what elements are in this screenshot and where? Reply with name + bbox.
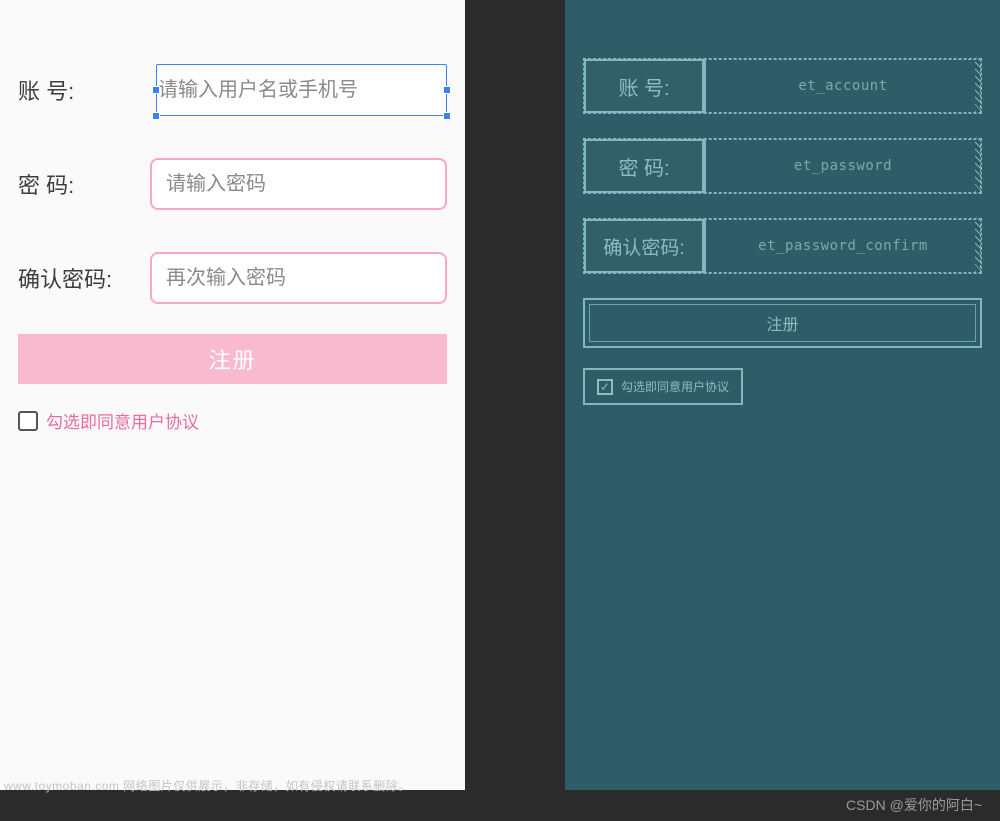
account-row: 账 号:	[18, 62, 447, 118]
bp-agree-row[interactable]: ✓ 勾选即同意用户协议	[583, 368, 743, 405]
bp-password-label: 密 码:	[584, 139, 704, 193]
confirm-password-row: 确认密码:	[18, 250, 447, 306]
password-row: 密 码:	[18, 156, 447, 212]
password-label: 密 码:	[18, 168, 150, 200]
confirm-password-label: 确认密码:	[18, 262, 150, 294]
confirm-password-input[interactable]	[150, 252, 447, 304]
preview-panel: 账 号: 密 码: 确认密码: 注册 勾选即同意	[0, 0, 465, 790]
password-input[interactable]	[150, 158, 447, 210]
bp-account-input[interactable]: et_account	[704, 59, 981, 113]
watermark: CSDN @爱你的阿白~	[846, 795, 982, 815]
bp-account-row[interactable]: 账 号: et_account	[583, 58, 982, 114]
bp-confirm-row[interactable]: 确认密码: et_password_confirm	[583, 218, 982, 274]
blueprint-panel: 账 号: et_account 密 码: et_password 确认密码: e…	[565, 0, 1000, 790]
footer-note: www.toymoban.com 网络图片仅供展示，非存储，如有侵权请联系删除。	[4, 777, 411, 794]
bp-register-button[interactable]: 注册	[583, 298, 982, 348]
bp-password-row[interactable]: 密 码: et_password	[583, 138, 982, 194]
agree-checkbox[interactable]	[18, 411, 38, 431]
agree-row: 勾选即同意用户协议	[18, 408, 447, 433]
agree-text[interactable]: 勾选即同意用户协议	[46, 408, 199, 433]
bp-account-label: 账 号:	[584, 59, 704, 113]
register-button[interactable]: 注册	[18, 334, 447, 384]
layout-designer-split: 账 号: 密 码: 确认密码: 注册 勾选即同意	[0, 0, 1000, 790]
account-label: 账 号:	[18, 74, 156, 106]
checkbox-checked-icon: ✓	[597, 379, 613, 395]
account-input[interactable]	[156, 64, 447, 116]
bp-password-input[interactable]: et_password	[704, 139, 981, 193]
bp-agree-text: 勾选即同意用户协议	[621, 378, 729, 395]
bp-confirm-label: 确认密码:	[584, 219, 704, 273]
bp-confirm-input[interactable]: et_password_confirm	[704, 219, 981, 273]
